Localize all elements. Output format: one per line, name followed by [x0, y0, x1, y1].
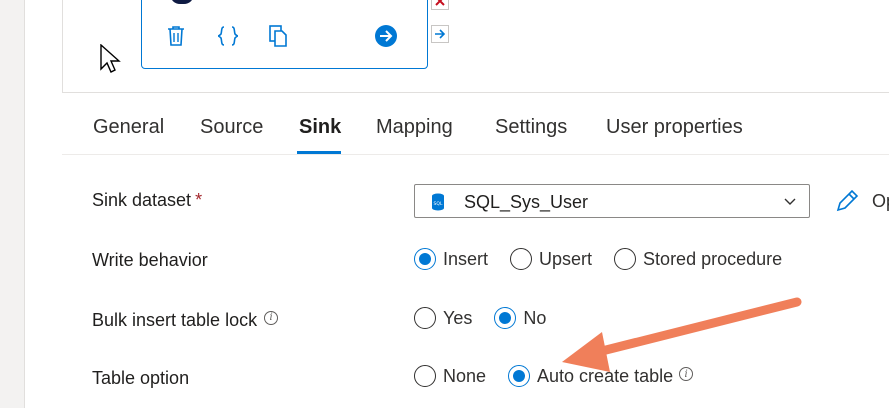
tab-source[interactable]: Source — [200, 116, 263, 139]
sql-database-icon: SQL — [432, 193, 444, 211]
radio-upsert-label: Upsert — [539, 248, 593, 269]
tab-settings[interactable]: Settings — [495, 116, 567, 139]
tab-general[interactable]: General — [93, 116, 164, 139]
radio-no-circle[interactable] — [494, 307, 517, 329]
sink-dataset-dropdown[interactable]: SQL SQL_Sys_User — [414, 184, 810, 218]
radio-none[interactable]: None — [414, 365, 486, 387]
bulk-insert-table-lock-label: Bulk insert table lock i — [92, 310, 279, 331]
copy-activity-card[interactable] — [141, 0, 428, 69]
table-option-label: Table option — [92, 368, 190, 388]
open-dataset-label: Op — [872, 190, 889, 211]
radio-upsert-circle[interactable] — [510, 248, 533, 270]
radio-auto-create-table-circle[interactable] — [508, 365, 531, 387]
write-behavior-radio-group: Insert Upsert Stored procedure — [414, 248, 804, 270]
radio-yes[interactable]: Yes — [414, 307, 472, 329]
trash-icon[interactable] — [164, 24, 188, 48]
radio-stored-procedure[interactable]: Stored procedure — [614, 248, 782, 270]
radio-yes-label: Yes — [443, 307, 473, 328]
radio-stored-procedure-label: Stored procedure — [643, 248, 783, 269]
tab-user-properties[interactable]: User properties — [606, 116, 743, 139]
radio-none-circle[interactable] — [414, 365, 436, 387]
arrow-right-icon[interactable] — [431, 25, 449, 43]
mouse-cursor-icon — [100, 44, 121, 73]
table-option-radio-group: None Auto create table i — [414, 365, 694, 387]
bulk-insert-radio-group: Yes No — [414, 307, 568, 329]
active-tab-indicator — [297, 151, 341, 154]
pencil-icon — [836, 189, 859, 212]
arrow-circle-right-icon[interactable] — [374, 24, 398, 48]
sql-icon-text: SQL — [434, 201, 443, 207]
radio-stored-procedure-circle[interactable] — [614, 248, 637, 270]
radio-selected-dot — [419, 253, 431, 265]
required-marker: * — [195, 190, 203, 210]
properties-tab-bar: General Source Sink Mapping Settings Use… — [62, 96, 889, 155]
copy-icon[interactable] — [267, 24, 291, 48]
info-icon[interactable]: i — [264, 310, 279, 325]
tab-mapping[interactable]: Mapping — [376, 116, 453, 139]
close-icon[interactable] — [431, 0, 449, 10]
radio-selected-dot — [513, 370, 526, 382]
left-rail — [0, 0, 25, 408]
radio-insert-circle[interactable] — [414, 248, 436, 270]
braces-icon[interactable] — [216, 24, 240, 48]
radio-no[interactable]: No — [494, 307, 546, 329]
bulk-insert-label-text: Bulk insert table lock — [92, 310, 258, 330]
chevron-down-icon — [784, 198, 796, 205]
radio-selected-dot — [499, 312, 512, 324]
sink-dataset-value: SQL_Sys_User — [464, 192, 589, 212]
tab-sink[interactable]: Sink — [299, 116, 341, 139]
radio-yes-circle[interactable] — [414, 307, 436, 329]
write-behavior-label: Write behavior — [92, 250, 208, 270]
radio-insert[interactable]: Insert — [414, 248, 488, 270]
radio-no-label: No — [523, 307, 547, 328]
radio-none-label: None — [443, 365, 487, 386]
radio-auto-create-table-label: Auto create table — [537, 365, 674, 386]
sink-dataset-label: Sink dataset * — [92, 190, 202, 211]
radio-upsert[interactable]: Upsert — [510, 248, 592, 270]
radio-insert-label: Insert — [443, 248, 489, 269]
sink-dataset-label-text: Sink dataset — [92, 190, 192, 210]
radio-auto-create-table[interactable]: Auto create table — [508, 365, 673, 387]
info-icon[interactable]: i — [679, 367, 694, 381]
open-dataset-link[interactable]: Op — [834, 188, 889, 214]
